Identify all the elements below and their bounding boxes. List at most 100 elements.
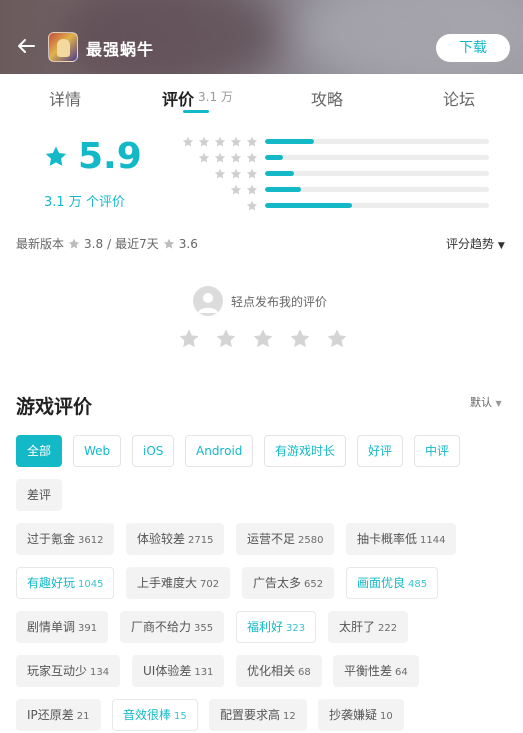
- star-icon: [68, 238, 80, 248]
- rating-bar-fill: [265, 203, 353, 208]
- review-tag-chip[interactable]: 玩家互动少 134: [16, 655, 121, 687]
- filter-chip[interactable]: 全部: [16, 435, 63, 467]
- row-stars: [214, 168, 258, 180]
- review-tag-chip-count: 10: [380, 711, 393, 722]
- recent-score: 3.6: [178, 236, 198, 251]
- review-tag-chip[interactable]: 过于氪金 3612: [16, 523, 115, 555]
- review-tag-chip[interactable]: 上手难度大 702: [126, 567, 231, 599]
- active-tab-indicator: [183, 110, 209, 113]
- post-review-hint[interactable]: 轻点发布我的评价: [231, 293, 327, 310]
- filter-chip[interactable]: Web: [73, 435, 122, 467]
- rating-bar-track: [265, 187, 489, 192]
- star-icon: [214, 136, 226, 147]
- review-tag-chip-label: 厂商不给力: [131, 620, 192, 634]
- filter-chip-label: Web: [84, 444, 111, 458]
- filter-chip-label: Android: [196, 444, 243, 458]
- review-tag-chip-label: 抄袭嫌疑: [329, 708, 378, 722]
- rating-distribution-row: [170, 184, 490, 196]
- review-tag-chip[interactable]: 抄袭嫌疑 10: [318, 699, 404, 731]
- review-tag-chip-label: 平衡性差: [344, 664, 393, 678]
- star-icon: [198, 152, 210, 163]
- filter-chip-label: 差评: [27, 488, 52, 502]
- filter-chip-label: 有游戏时长: [275, 444, 336, 458]
- separator: /: [107, 236, 112, 251]
- tab-forum[interactable]: 论坛: [443, 86, 475, 110]
- latest-version-label: 最新版本: [16, 237, 65, 251]
- download-button[interactable]: 下载: [436, 34, 510, 62]
- review-tag-chip-count: 323: [286, 623, 306, 634]
- row-stars: [230, 184, 258, 196]
- rate-star-icon[interactable]: [326, 328, 348, 350]
- review-tag-chip[interactable]: 广告太多 652: [242, 567, 335, 599]
- review-tag-chip-label: 抽卡概率低: [357, 532, 418, 546]
- filter-chip[interactable]: 好评: [357, 435, 404, 467]
- review-tag-chip[interactable]: 剧情单调 391: [16, 611, 109, 643]
- tab-details[interactable]: 详情: [49, 86, 81, 110]
- rating-distribution-row: [170, 152, 490, 164]
- review-tag-chip-label: 玩家互动少: [27, 664, 88, 678]
- caret-down-icon: ▼: [495, 399, 502, 408]
- review-tag-chip-count: 391: [78, 623, 98, 634]
- user-avatar-icon: [198, 293, 218, 313]
- filter-chip[interactable]: 有游戏时长: [264, 435, 347, 467]
- review-tag-chip[interactable]: 画面优良 485: [346, 567, 439, 599]
- review-tag-chip-label: 优化相关: [247, 664, 296, 678]
- star-icon: [230, 152, 242, 163]
- rating-score: 5.9: [78, 136, 142, 177]
- sort-dropdown[interactable]: 默认 ▼: [470, 394, 502, 410]
- review-tag-chip[interactable]: 优化相关 68: [236, 655, 322, 687]
- review-tag-chip-count: 222: [378, 623, 398, 634]
- star-icon: [230, 184, 242, 195]
- review-tag-chip[interactable]: 平衡性差 64: [333, 655, 419, 687]
- review-tag-chip[interactable]: 有趣好玩 1045: [16, 567, 115, 599]
- review-tag-chip[interactable]: 配置要求高 12: [209, 699, 307, 731]
- review-tag-chip[interactable]: UI体验差 131: [132, 655, 225, 687]
- star-icon: [198, 136, 210, 147]
- latest-version-score: 3.8: [84, 236, 104, 251]
- tab-reviews[interactable]: 评价: [162, 86, 194, 110]
- filter-chip[interactable]: 差评: [16, 479, 63, 511]
- review-tag-chip[interactable]: 太肝了 222: [328, 611, 409, 643]
- review-tag-chip-count: 3612: [78, 535, 104, 546]
- back-arrow-icon[interactable]: [12, 32, 40, 60]
- review-tag-chip[interactable]: 音效很棒 15: [112, 699, 198, 731]
- filter-chip[interactable]: iOS: [132, 435, 175, 467]
- filter-chip[interactable]: Android: [185, 435, 254, 467]
- review-tag-chip[interactable]: 抽卡概率低 1144: [346, 523, 457, 555]
- star-icon: [163, 238, 174, 248]
- review-tag-chip-count: 12: [283, 711, 296, 722]
- app-icon: [48, 32, 78, 62]
- rating-bar-track: [265, 203, 489, 208]
- rating-trend-button[interactable]: 评分趋势 ▼: [446, 235, 505, 252]
- rate-star-icon[interactable]: [252, 328, 274, 350]
- filter-chip[interactable]: 中评: [414, 435, 461, 467]
- review-tag-chip-count: 68: [298, 667, 311, 678]
- review-tag-chip[interactable]: 福利好 323: [236, 611, 317, 643]
- review-tag-chip-count: 64: [395, 667, 408, 678]
- star-icon: [45, 146, 67, 166]
- review-tag-chip[interactable]: 厂商不给力 355: [120, 611, 225, 643]
- rate-star-icon[interactable]: [289, 328, 311, 350]
- tab-reviews-count: 3.1 万: [198, 90, 233, 104]
- review-tag-chip-count: 355: [194, 623, 214, 634]
- star-icon: [182, 136, 194, 147]
- section-title-game-reviews: 游戏评价: [16, 396, 93, 418]
- review-tag-chip-label: 配置要求高: [220, 708, 281, 722]
- caret-down-icon: ▼: [497, 241, 505, 251]
- rating-bar-fill: [265, 187, 301, 192]
- rating-bar-fill: [265, 171, 295, 176]
- star-icon: [230, 136, 242, 147]
- app-header: 最强蜗牛 下载: [0, 0, 523, 74]
- rate-star-icon[interactable]: [215, 328, 237, 350]
- review-tag-chip[interactable]: IP还原差 21: [16, 699, 101, 731]
- review-tag-chip[interactable]: 体验较差 2715: [126, 523, 225, 555]
- rate-star-icon[interactable]: [178, 328, 200, 350]
- app-title: 最强蜗牛: [86, 40, 155, 59]
- avatar[interactable]: [193, 286, 223, 316]
- tab-guides[interactable]: 攻略: [311, 86, 343, 110]
- filter-chip-label: 中评: [425, 444, 450, 458]
- review-tag-chip-label: 画面优良: [357, 576, 406, 590]
- review-tag-chip[interactable]: 运营不足 2580: [236, 523, 335, 555]
- review-tag-chip-count: 134: [90, 667, 110, 678]
- row-stars: [246, 200, 258, 212]
